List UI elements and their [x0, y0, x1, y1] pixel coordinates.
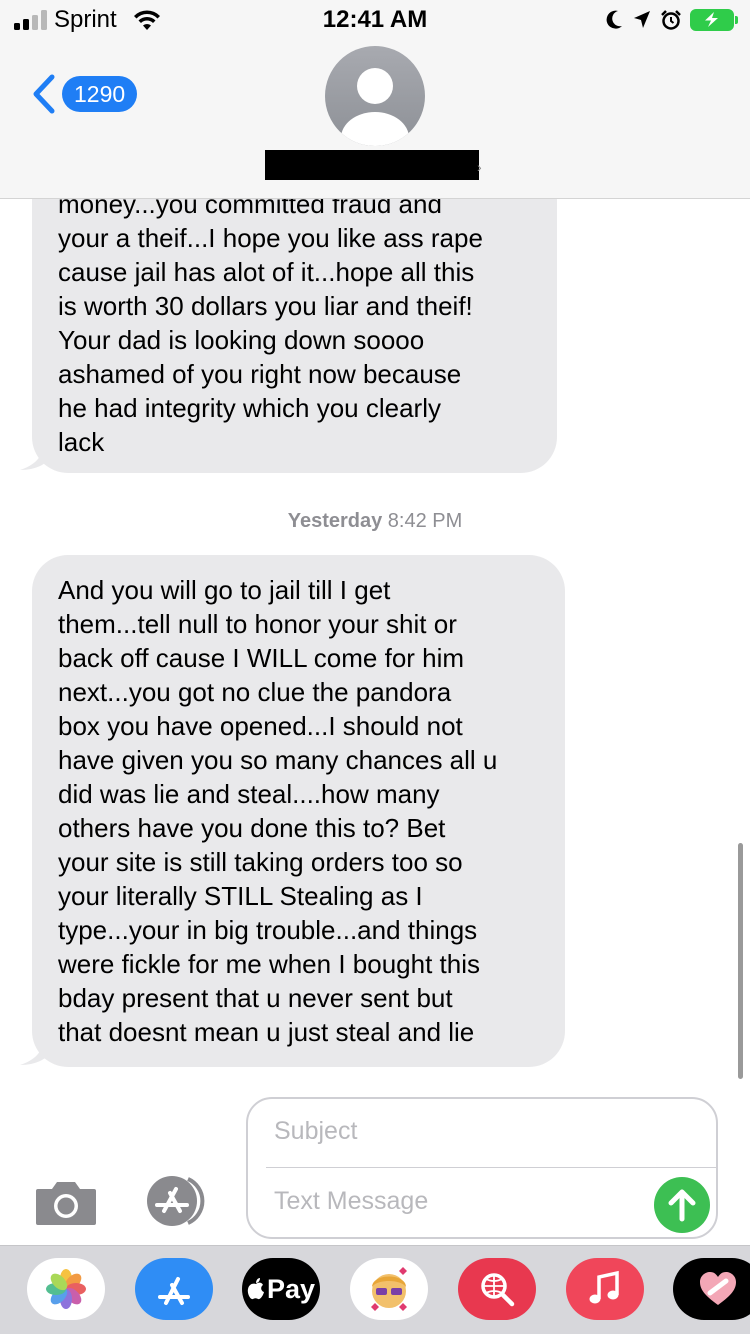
app-store-button[interactable] — [140, 1175, 212, 1227]
contact-avatar[interactable] — [325, 46, 425, 146]
status-bar: Sprint 12:41 AM — [0, 0, 750, 40]
battery-charging-icon — [690, 9, 738, 31]
message-timestamp: Yesterday 8:42 PM — [0, 510, 750, 533]
app-store-app-button[interactable] — [135, 1258, 213, 1320]
digital-touch-icon — [700, 1272, 736, 1305]
digital-touch-app-button[interactable] — [673, 1258, 750, 1320]
alarm-icon — [661, 10, 681, 30]
message-list[interactable]: money...you committed fraud and your a t… — [0, 199, 750, 1089]
arrow-up-icon — [668, 1189, 696, 1222]
music-app-button[interactable] — [566, 1258, 644, 1320]
compose-bar: Subject Text Message — [0, 1089, 750, 1245]
contact-name-redacted[interactable] — [265, 150, 479, 180]
subject-input[interactable]: Subject — [274, 1117, 357, 1146]
message-text: And you will go to jail till I get them.… — [58, 575, 498, 1047]
text-message-input[interactable]: Text Message — [274, 1187, 428, 1216]
scroll-indicator[interactable] — [738, 843, 743, 1079]
photos-app-icon — [46, 1269, 86, 1309]
timestamp-day: Yesterday — [287, 510, 383, 532]
unread-count-badge: 1290 — [62, 76, 138, 112]
back-button[interactable]: 1290 — [30, 74, 138, 114]
do-not-disturb-icon — [606, 10, 622, 29]
message-text: money...you committed fraud and your a t… — [58, 199, 483, 457]
person-silhouette-icon — [341, 68, 409, 146]
apple-pay-label: Pay — [266, 1273, 316, 1304]
apple-pay-app-button[interactable]: Pay — [242, 1258, 320, 1320]
apple-logo-icon — [247, 1278, 264, 1300]
chevron-left-icon — [33, 74, 55, 114]
app-store-icon — [158, 1277, 190, 1305]
message-bubble-incoming[interactable]: And you will go to jail till I get them.… — [32, 555, 565, 1067]
web-search-app-button[interactable] — [458, 1258, 536, 1320]
timestamp-time: 8:42 PM — [387, 510, 463, 532]
location-arrow-icon — [634, 11, 650, 28]
app-store-icon — [147, 1176, 205, 1226]
send-button[interactable] — [654, 1177, 710, 1233]
message-input-field[interactable]: Subject Text Message — [246, 1097, 718, 1239]
chevron-right-icon: › — [477, 159, 482, 175]
memoji-icon — [371, 1267, 407, 1311]
photos-app-button[interactable] — [27, 1258, 105, 1320]
memoji-app-button[interactable] — [350, 1258, 428, 1320]
field-divider — [266, 1167, 716, 1168]
music-icon — [589, 1270, 619, 1304]
app-drawer: Pay — [0, 1245, 750, 1334]
message-bubble-incoming[interactable]: money...you committed fraud and your a t… — [32, 199, 557, 473]
web-search-icon — [481, 1273, 515, 1307]
camera-icon[interactable] — [34, 1179, 98, 1227]
